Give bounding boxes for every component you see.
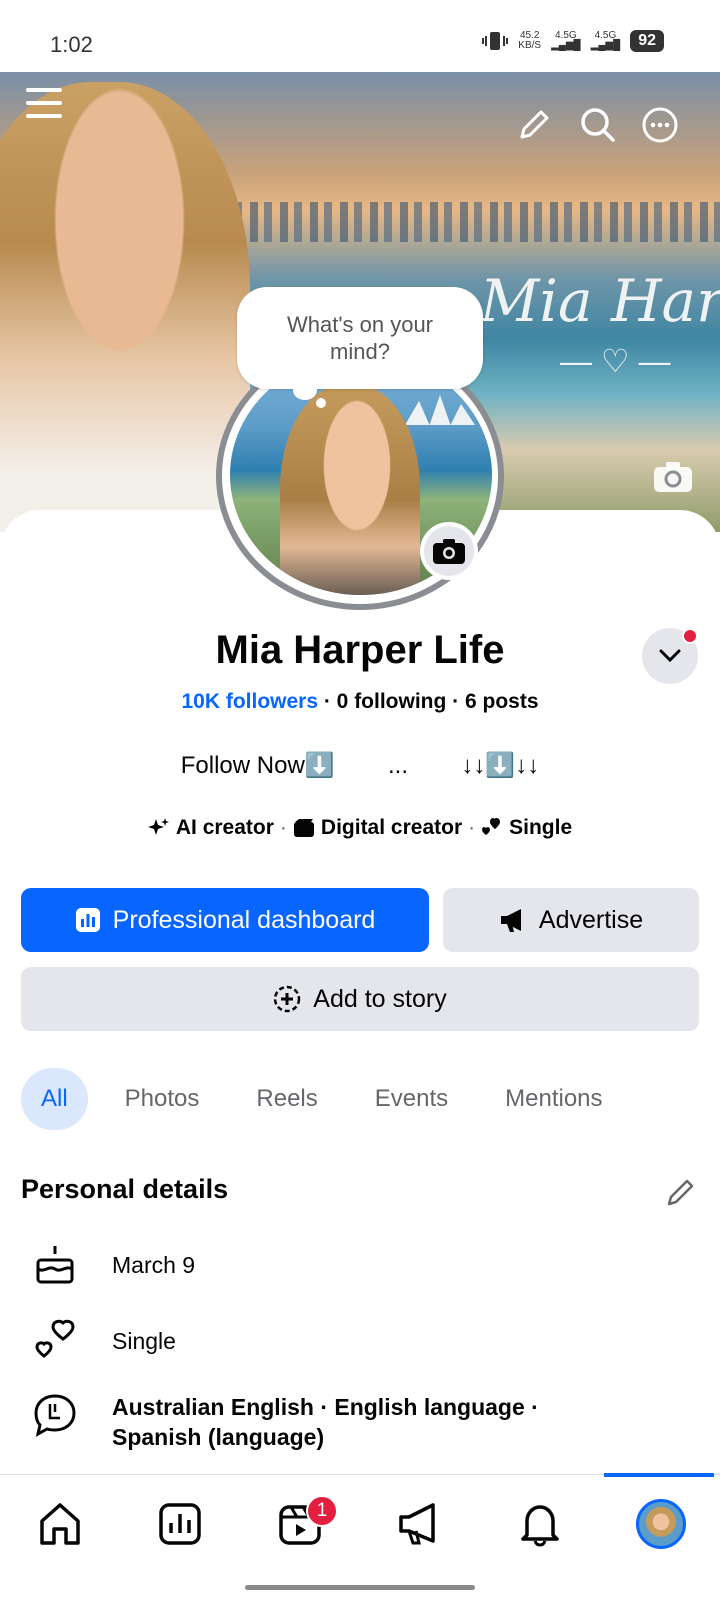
battery-indicator: 92 bbox=[630, 30, 664, 52]
sparkle-icon bbox=[147, 818, 169, 835]
home-icon[interactable] bbox=[35, 1499, 85, 1549]
detail-languages: Australian English · English language · … bbox=[32, 1392, 632, 1452]
nav-active-indicator bbox=[604, 1473, 714, 1477]
dashboard-nav-icon[interactable] bbox=[155, 1499, 205, 1549]
personal-details-title: Personal details bbox=[21, 1174, 229, 1204]
cover-heart-decoration: — ♡ — bbox=[560, 343, 671, 379]
megaphone-nav-icon[interactable] bbox=[395, 1499, 445, 1549]
profile-name: Mia Harper Life bbox=[215, 628, 505, 672]
profile-switcher-button[interactable] bbox=[642, 628, 698, 684]
avatar-camera-button[interactable] bbox=[420, 522, 478, 580]
clapper-icon bbox=[293, 819, 314, 837]
net-speed: 45.2 KB/S bbox=[518, 30, 542, 51]
hearts-icon bbox=[482, 818, 501, 835]
language-icon bbox=[34, 1394, 76, 1437]
chevron-down-icon bbox=[659, 649, 681, 663]
cover-person bbox=[0, 82, 250, 532]
profile-stats: 10K followers · 0 following · 6 posts bbox=[0, 690, 720, 714]
search-icon[interactable] bbox=[578, 105, 618, 145]
status-icons: 45.2 KB/S 4.5G ▂▄▆█ 4.5G ▂▄▆█ 92 bbox=[482, 30, 664, 52]
relationship-hearts-icon bbox=[35, 1319, 75, 1358]
dashboard-icon bbox=[75, 908, 100, 932]
city-skyline bbox=[190, 202, 720, 242]
tag-single: Single bbox=[481, 816, 572, 840]
detail-relationship: Single bbox=[32, 1318, 176, 1364]
cover-camera-icon[interactable] bbox=[652, 460, 694, 494]
detail-birthday: March 9 bbox=[32, 1242, 195, 1288]
add-to-story-button[interactable]: Add to story bbox=[21, 967, 699, 1031]
more-icon[interactable] bbox=[640, 105, 680, 145]
profile-tabs: All Photos Reels Events Mentions bbox=[21, 1068, 640, 1130]
profile-nav-avatar[interactable] bbox=[636, 1499, 686, 1549]
advertise-button[interactable]: Advertise bbox=[443, 888, 699, 952]
signal-2: 4.5G ▂▄▆█ bbox=[590, 30, 621, 51]
cover-script-text: Mia Harper bbox=[480, 267, 720, 335]
bottom-navigation: 1 bbox=[0, 1473, 720, 1600]
bubble-tail-small bbox=[316, 398, 326, 408]
tab-mentions[interactable]: Mentions bbox=[485, 1068, 622, 1130]
home-indicator bbox=[245, 1585, 475, 1590]
tag-ai-creator: AI creator bbox=[147, 816, 274, 840]
profile-bio: Follow Now⬇️ ... ↓↓⬇️↓↓ bbox=[180, 752, 540, 779]
edit-details-pencil-icon[interactable] bbox=[664, 1175, 698, 1209]
signal-1: 4.5G ▂▄▆█ bbox=[551, 30, 581, 51]
professional-dashboard-button[interactable]: Professional dashboard bbox=[21, 888, 429, 952]
note-bubble[interactable]: What's on your mind? bbox=[237, 287, 483, 389]
pencil-icon[interactable] bbox=[514, 105, 554, 145]
avatar-person bbox=[280, 385, 420, 595]
tab-reels[interactable]: Reels bbox=[236, 1068, 337, 1130]
add-story-icon bbox=[274, 985, 301, 1013]
camera-icon bbox=[433, 539, 465, 564]
megaphone-icon bbox=[500, 909, 521, 932]
cake-icon bbox=[36, 1246, 74, 1284]
status-time: 1:02 bbox=[50, 32, 93, 57]
menu-icon[interactable] bbox=[26, 88, 62, 120]
tab-photos[interactable]: Photos bbox=[105, 1068, 220, 1130]
tag-digital-creator: Digital creator bbox=[293, 816, 462, 840]
status-bar: 1:02 45.2 KB/S 4.5G ▂▄▆█ 4.5G ▂▄▆█ 92 bbox=[0, 0, 720, 72]
tab-all[interactable]: All bbox=[21, 1068, 88, 1130]
following-posts: · 0 following · 6 posts bbox=[318, 690, 539, 713]
vibrate-icon bbox=[482, 32, 509, 50]
tab-events[interactable]: Events bbox=[355, 1068, 468, 1130]
reels-badge: 1 bbox=[306, 1495, 338, 1527]
followers-link[interactable]: 10K followers bbox=[181, 690, 318, 713]
profile-tags: AI creator · Digital creator · Single bbox=[0, 816, 720, 840]
bell-icon[interactable] bbox=[515, 1499, 565, 1549]
bubble-tail bbox=[293, 380, 317, 400]
notification-dot bbox=[682, 628, 698, 644]
